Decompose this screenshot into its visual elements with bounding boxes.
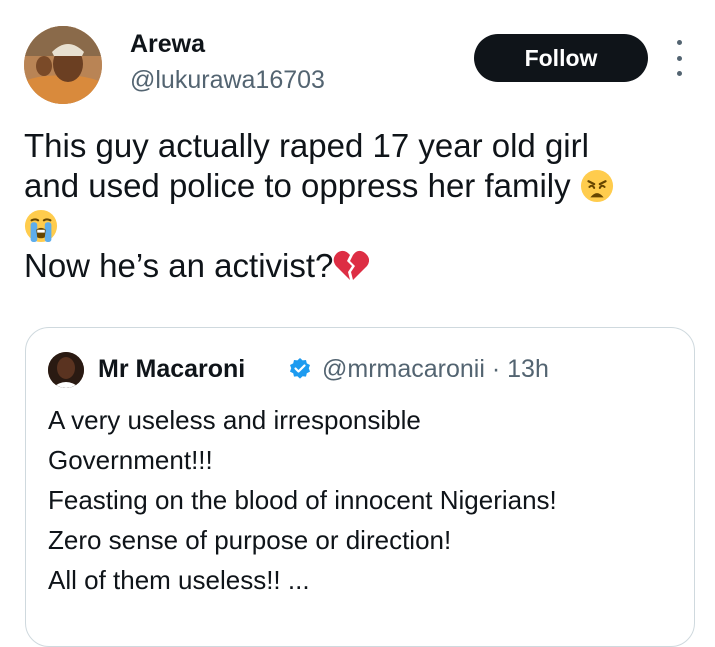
tweet-line: and used police to oppress her family <box>24 167 571 204</box>
tweet-line: Now he’s an activist? <box>24 247 334 284</box>
tweet-line: This guy actually raped 17 year old girl <box>24 127 589 164</box>
quoted-author-handle[interactable]: @mrmacaronii <box>322 355 485 383</box>
quoted-timestamp[interactable]: 13h <box>507 355 549 383</box>
author-handle[interactable]: @lukurawa16703 <box>130 66 325 95</box>
quoted-author-avatar[interactable] <box>48 352 84 388</box>
loudly-crying-face-emoji <box>24 209 58 243</box>
quoted-author-name[interactable]: Mr Macaroni <box>98 355 245 384</box>
broken-heart-emoji <box>334 250 370 280</box>
more-vertical-icon[interactable] <box>672 40 686 76</box>
tweet-emoji-line <box>24 206 704 246</box>
tweet-text: This guy actually raped 17 year old girl… <box>24 126 704 286</box>
follow-button[interactable]: Follow <box>474 34 648 82</box>
quoted-line: Feasting on the blood of innocent Nigeri… <box>48 485 557 515</box>
weary-face-emoji <box>580 169 613 203</box>
verified-badge-icon <box>290 358 310 379</box>
quoted-line: Government!!! <box>48 445 213 475</box>
author-avatar[interactable] <box>24 26 102 104</box>
meta-separator: · <box>491 355 501 383</box>
author-display-name[interactable]: Arewa <box>130 30 205 59</box>
quoted-line: A very useless and irresponsible <box>48 405 421 435</box>
tweet-line-with-emoji: Now he’s an activist? <box>24 246 704 286</box>
quoted-avatar-image <box>48 352 84 388</box>
quoted-tweet-text: A very useless and irresponsible Governm… <box>48 400 688 600</box>
avatar-image <box>24 26 102 104</box>
quoted-line: Zero sense of purpose or direction! <box>48 525 452 555</box>
quoted-line: All of them useless!! ... <box>48 565 310 595</box>
quoted-tweet-card[interactable]: Mr Macaroni @mrmacaronii · 13h A very us… <box>25 327 695 647</box>
quoted-meta: @mrmacaronii · 13h <box>322 355 549 384</box>
tweet-line-with-emoji: and used police to oppress her family <box>24 166 704 206</box>
